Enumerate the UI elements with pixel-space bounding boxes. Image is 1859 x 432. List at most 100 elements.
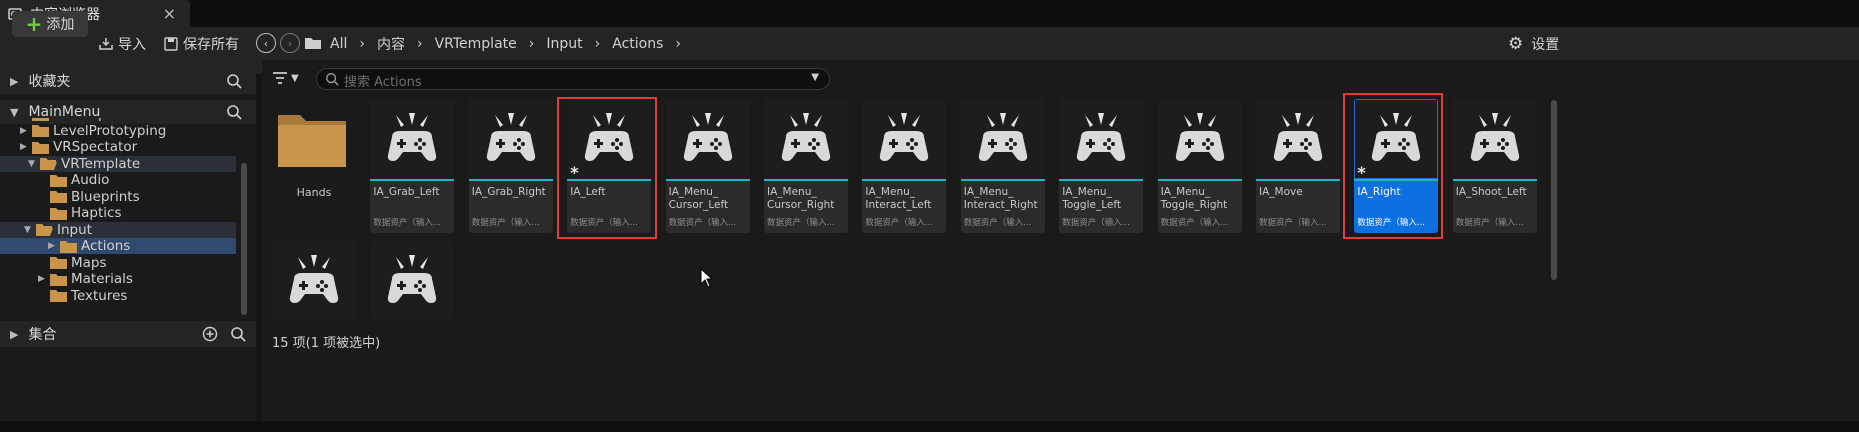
asset-tile[interactable]: IA_Grab_Left 数据资产（输入... [370, 99, 455, 233]
folder-icon [40, 158, 57, 170]
settings-button[interactable]: ⚙ 设置 [1508, 34, 1559, 54]
expand-arrow-icon[interactable]: ▶ [20, 126, 27, 136]
gear-icon: ⚙ [1508, 34, 1524, 54]
search-placeholder: 搜索 Actions [344, 75, 422, 90]
asset-thumbnail [1059, 99, 1144, 179]
gamepad-icon [284, 255, 344, 311]
expand-arrow-icon[interactable]: ▶ [38, 274, 45, 284]
collections-header[interactable]: ▶ 集合 [0, 321, 256, 347]
collapse-arrow-icon[interactable]: ▼ [24, 225, 31, 235]
import-icon [99, 38, 113, 50]
favorites-header[interactable]: ▶ 收藏夹 [0, 68, 256, 94]
tree-item-label: Input [57, 221, 92, 238]
folder-icon [50, 290, 67, 302]
folder-icon [36, 224, 53, 236]
folder-tree: ▶ FPWeapon ▶ LevelPrototyping ▶ VRSpectator ▼ V… [0, 118, 240, 318]
folder-icon [32, 141, 49, 154]
plus-icon: + [25, 12, 43, 36]
import-label: 导入 [118, 37, 146, 53]
asset-thumbnail [665, 99, 750, 179]
tree-item-vrtemplate[interactable]: ▼ VRTemplate [0, 155, 236, 172]
chevron-right-icon[interactable]: › [595, 36, 601, 52]
tree-item-input[interactable]: ▼ Input [0, 221, 236, 238]
asset-scrollbar[interactable] [1551, 100, 1557, 280]
tree-item-haptics[interactable]: Haptics [0, 205, 236, 221]
breadcrumb-input[interactable]: Input [546, 36, 582, 52]
filter-button[interactable]: ▼ [272, 71, 299, 85]
expand-arrow-icon[interactable]: ▶ [20, 142, 27, 152]
folder-icon [50, 174, 67, 187]
collapse-arrow-icon[interactable]: ▼ [10, 106, 18, 119]
chevron-right-icon[interactable]: › [529, 36, 535, 52]
asset-thumbnail [960, 99, 1045, 179]
asset-name: IA_Grab_Right [471, 186, 546, 198]
add-button[interactable]: + 添加 [12, 11, 88, 37]
asset-tile[interactable]: IA_Menu_ Interact_Left 数据资产（输入... [862, 99, 947, 233]
import-button[interactable]: 导入 [98, 34, 146, 54]
chevron-down-icon[interactable]: ▼ [811, 72, 819, 83]
tree-item-maps[interactable]: Maps [0, 255, 236, 271]
asset-type: 数据资产（输入... [1062, 218, 1130, 228]
tree-item-fpweapon[interactable]: ▶ FPWeapon [0, 118, 236, 122]
asset-name: IA_Menu_ Toggle_Left [1062, 186, 1121, 211]
gamepad-icon [973, 113, 1033, 169]
asset-tile[interactable]: IA_Menu_ Cursor_Left 数据资产（输入... [665, 99, 750, 233]
asset-thumbnail [1256, 99, 1340, 179]
tree-item-textures[interactable]: Textures [0, 288, 236, 304]
highlight-box [1343, 93, 1443, 239]
chevron-right-icon[interactable]: › [675, 36, 681, 52]
search-input[interactable]: 搜索 Actions ▼ [316, 68, 830, 90]
expand-arrow-icon[interactable]: ▶ [10, 75, 18, 88]
asset-thumbnail [1157, 99, 1242, 179]
forward-icon[interactable]: › [280, 33, 300, 53]
tree-item-actions[interactable]: ▶ Actions [0, 238, 236, 254]
asset-type: 数据资产（输入... [865, 218, 933, 228]
tree-item-label: Maps [71, 254, 107, 271]
expand-arrow-icon[interactable]: ▶ [20, 118, 27, 119]
folder-icon [278, 115, 346, 167]
close-icon[interactable]: × [163, 4, 176, 23]
search-icon[interactable] [230, 326, 246, 342]
tree-item-levelprototyping[interactable]: ▶ LevelPrototyping [0, 123, 236, 139]
asset-type: 数据资产（输入... [1160, 218, 1229, 228]
asset-tile[interactable]: IA_Grab_Right 数据资产（输入... [468, 99, 553, 233]
settings-label: 设置 [1531, 37, 1560, 53]
tree-item-blueprints[interactable]: Blueprints [0, 189, 236, 205]
tree-item-vrspectator[interactable]: ▶ VRSpectator [0, 139, 236, 155]
asset-tile[interactable]: IA_Menu_ Toggle_Right 数据资产（输入... [1157, 99, 1242, 233]
folder-icon[interactable] [304, 36, 322, 50]
asset-tile[interactable]: IA_Menu_ Interact_Right 数据资产（输入... [960, 99, 1045, 233]
asset-tile[interactable]: IA_Move 数据资产（输入... [1256, 99, 1340, 233]
expand-arrow-icon[interactable]: ▶ [48, 241, 55, 251]
chevron-down-icon: ▼ [291, 72, 299, 84]
asset-tile[interactable]: IA_Menu_ Cursor_Right 数据资产（输入... [764, 99, 848, 233]
breadcrumb-actions[interactable]: Actions [612, 36, 663, 52]
asset-type-bar [1059, 179, 1144, 181]
tree-item-materials[interactable]: ▶ Materials [0, 271, 236, 287]
asset-tile[interactable]: IA_Shoot_Left 数据资产（输入... [1452, 99, 1537, 233]
breadcrumb-vrtemplate[interactable]: VRTemplate [435, 36, 517, 52]
back-icon[interactable]: ‹ [256, 33, 276, 53]
breadcrumb-content[interactable]: 内容 [377, 34, 405, 54]
breadcrumb-all[interactable]: All [330, 36, 347, 52]
asset-tile[interactable]: IA_Menu_ Toggle_Left 数据资产（输入... [1059, 99, 1144, 233]
folder-icon [50, 207, 67, 220]
asset-tile[interactable] [272, 241, 356, 319]
bottom-bar [0, 421, 1859, 432]
save-all-button[interactable]: 保存所有 [164, 34, 239, 54]
add-circle-icon[interactable] [202, 326, 218, 342]
chevron-right-icon[interactable]: › [417, 36, 423, 52]
asset-tile[interactable] [370, 241, 455, 319]
collapse-arrow-icon[interactable]: ▼ [28, 159, 35, 169]
asset-type-bar [1256, 179, 1340, 181]
asset-name: IA_Menu_ Toggle_Right [1160, 186, 1228, 211]
asset-folder-hands[interactable]: Hands [272, 99, 356, 233]
chevron-right-icon[interactable]: › [359, 36, 365, 52]
sidebar-scrollbar[interactable] [241, 163, 247, 315]
search-icon[interactable] [226, 73, 242, 89]
asset-type-bar [665, 179, 750, 181]
asset-thumbnail [272, 241, 356, 319]
tree-item-label: Blueprints [71, 188, 140, 205]
tree-item-audio[interactable]: Audio [0, 172, 236, 188]
expand-arrow-icon[interactable]: ▶ [10, 328, 18, 341]
